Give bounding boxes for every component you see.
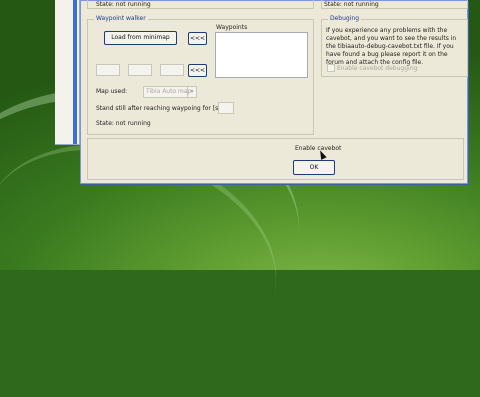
waypoints-list[interactable] (215, 32, 308, 78)
map-used-select[interactable]: Tibia Auto map ▾ (143, 86, 197, 98)
ok-button[interactable]: OK (293, 160, 335, 175)
waypoints-label: Waypoints (216, 24, 248, 31)
group-title: Waypoint walker (94, 15, 148, 22)
top-left-group: State: not running (87, 0, 314, 9)
state-text: State: not running (324, 1, 379, 8)
walker-state-text: State: not running (96, 120, 151, 127)
top-right-group: State: not running (321, 0, 468, 9)
map-used-value: Tibia Auto map (146, 88, 192, 95)
footer-panel (87, 138, 464, 180)
chevron-down-icon: ▾ (187, 87, 196, 97)
coord-z-field[interactable] (160, 64, 184, 76)
stand-still-field[interactable] (218, 102, 234, 114)
waypoint-walker-group: Waypoint walker Load from minimap <<< Wa… (87, 15, 314, 135)
group-title: Debuging (328, 15, 362, 22)
coord-y-field[interactable] (128, 64, 152, 76)
load-from-minimap-button[interactable]: Load from minimap (104, 31, 177, 45)
background-window[interactable] (55, 0, 80, 145)
background-window-border (73, 0, 77, 144)
debug-info-text: If you experience any problems with the … (326, 27, 457, 66)
map-used-label: Map used: (96, 88, 128, 95)
cavebot-dialog[interactable]: State: not running State: not running Wa… (80, 0, 468, 184)
add-waypoint-button[interactable]: <<< (188, 32, 207, 45)
coord-x-field[interactable] (96, 64, 120, 76)
debug-checkbox-label: Enable cavebot debugging (337, 65, 418, 72)
add-coordinate-button[interactable]: <<< (188, 64, 207, 77)
debug-checkbox[interactable] (327, 64, 335, 72)
state-text: State: not running (96, 1, 151, 8)
stand-still-label: Stand still after reaching waypoing for … (96, 105, 221, 112)
